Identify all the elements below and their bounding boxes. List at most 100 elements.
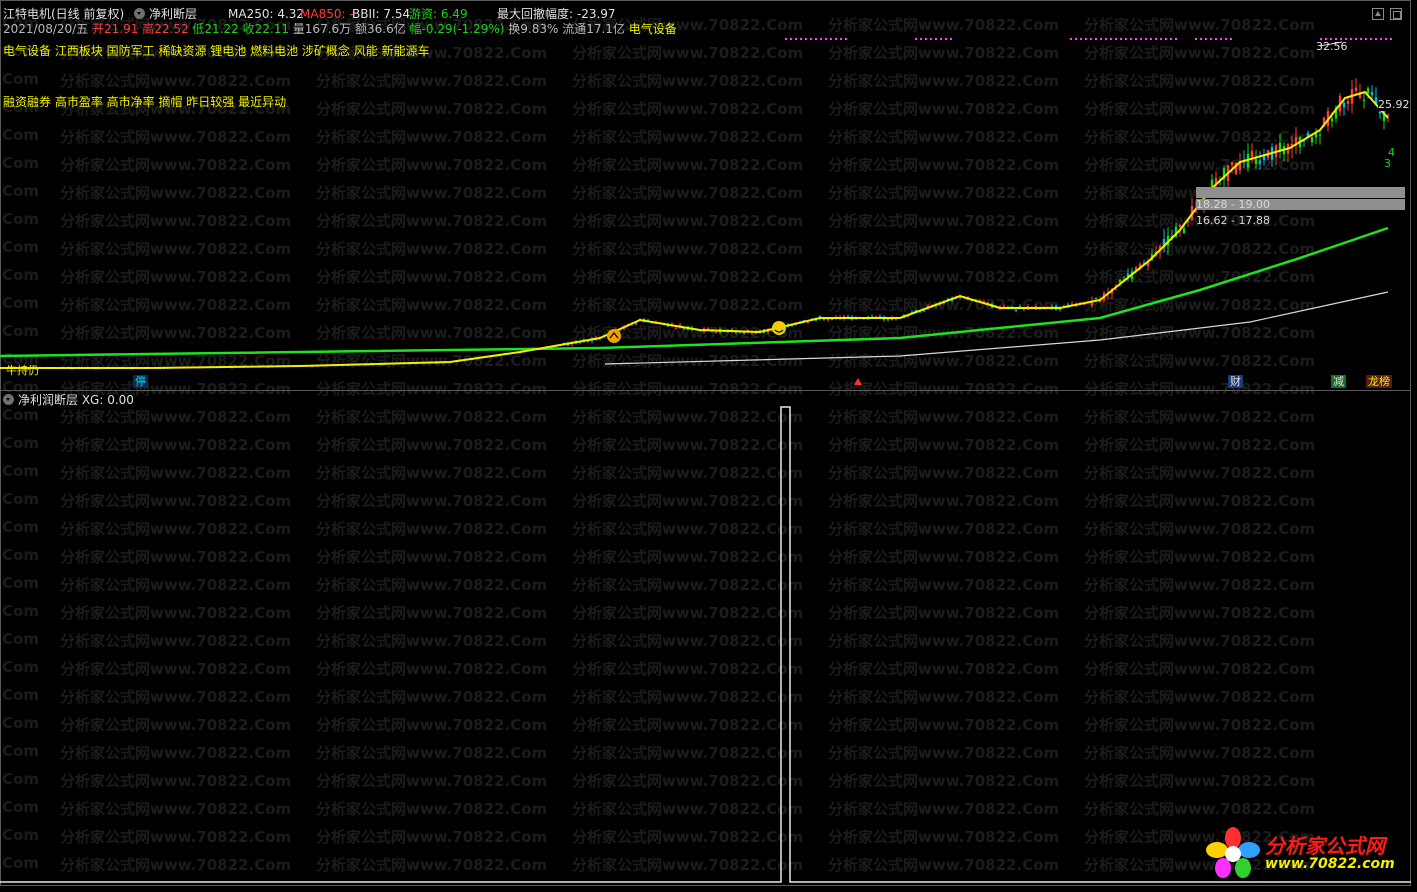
signal-dot <box>1200 38 1202 40</box>
signal-dot <box>1070 38 1072 40</box>
candle-body <box>1014 309 1018 311</box>
candle-body <box>1318 134 1322 136</box>
signal-dot <box>940 38 942 40</box>
panel-divider[interactable] <box>0 390 1411 391</box>
signal-dot <box>1210 38 1212 40</box>
signal-dot <box>815 38 817 40</box>
signal-dot <box>930 38 932 40</box>
signal-dot <box>925 38 927 40</box>
candle-body <box>714 332 718 334</box>
dragon-list-marker[interactable]: 龙榜 <box>1366 375 1392 388</box>
support-zone-label-1: 18.28 - 19.00 <box>1196 198 1270 211</box>
logo-url: www.70822.com <box>1265 856 1395 872</box>
count-label-3: 3 <box>1384 157 1391 170</box>
candle-body <box>830 319 834 321</box>
signal-dot <box>1215 38 1217 40</box>
candle-body <box>1254 159 1258 165</box>
candle-body <box>1258 160 1262 164</box>
signal-dot <box>1160 38 1162 40</box>
minimize-icon[interactable] <box>1372 8 1384 20</box>
signal-dot <box>1380 38 1382 40</box>
suspend-marker[interactable]: 停 <box>133 375 148 388</box>
site-logo: 分析家公式网 www.70822.com <box>1205 826 1405 882</box>
signal-dot <box>1385 38 1387 40</box>
indicator-name[interactable]: 净利断层 <box>149 7 197 21</box>
signal-dot <box>1145 38 1147 40</box>
signal-dot <box>1110 38 1112 40</box>
signal-dot <box>1225 38 1227 40</box>
signal-dot <box>825 38 827 40</box>
ma250-value: MA250: 4.32 <box>228 7 305 21</box>
candle-body <box>1182 228 1186 234</box>
signal-dot <box>1165 38 1167 40</box>
candle-body <box>1378 111 1382 114</box>
signal-dot <box>830 38 832 40</box>
signal-dot <box>1220 38 1222 40</box>
signal-dot <box>920 38 922 40</box>
flower-logo-icon <box>1206 827 1260 878</box>
candle-body <box>1354 87 1358 91</box>
signal-dot <box>820 38 822 40</box>
up-arrow-icon <box>854 378 862 385</box>
youzi-value: 游资: 6.49 <box>409 7 468 21</box>
signal-dot <box>1080 38 1082 40</box>
right-level-label: 25.92 <box>1378 98 1410 111</box>
high-price-label: 32.56 <box>1316 40 1348 53</box>
candle-body <box>1362 99 1366 101</box>
signal-dot <box>935 38 937 40</box>
stock-title[interactable]: 江特电机(日线 前复权) <box>3 7 124 21</box>
signal-dot <box>1390 38 1392 40</box>
signal-dot <box>810 38 812 40</box>
maximize-icon[interactable] <box>1390 8 1402 20</box>
finance-marker[interactable]: 财 <box>1228 375 1243 388</box>
candle-body <box>806 322 810 324</box>
signal-dot <box>1205 38 1207 40</box>
smiley-icon <box>607 329 621 343</box>
candle-body <box>674 327 678 329</box>
candle-body <box>1310 136 1314 143</box>
signal-dot <box>1100 38 1102 40</box>
signal-dot <box>1090 38 1092 40</box>
ma850-value: MA850: - <box>300 7 354 21</box>
signal-dot <box>1105 38 1107 40</box>
signal-dot <box>1115 38 1117 40</box>
candle-body <box>1094 298 1098 300</box>
signal-dot <box>1355 38 1357 40</box>
signal-dot <box>795 38 797 40</box>
candle-body <box>1250 150 1254 158</box>
candle-body <box>1342 102 1346 108</box>
signal-dot <box>1170 38 1172 40</box>
bbii-value: BBII: 7.54 <box>352 7 411 21</box>
signal-dot <box>950 38 952 40</box>
signal-dot <box>835 38 837 40</box>
logo-name: 分析家公式网 <box>1265 834 1385 858</box>
xg-signal-line <box>0 406 1411 883</box>
signal-dot <box>1140 38 1142 40</box>
signal-dot <box>1375 38 1377 40</box>
signal-dot <box>1155 38 1157 40</box>
signal-dot <box>790 38 792 40</box>
ma-yellow-line <box>0 90 1389 369</box>
signal-dot <box>785 38 787 40</box>
ma-green-line <box>0 226 1389 358</box>
signal-dot <box>1075 38 1077 40</box>
signal-dot <box>1350 38 1352 40</box>
signal-dot <box>1095 38 1097 40</box>
xg-signal-chart[interactable] <box>0 395 1411 886</box>
signal-dot <box>840 38 842 40</box>
smiley-icon <box>772 321 786 335</box>
max-drawdown: 最大回撤幅度: -23.97 <box>497 7 616 21</box>
candle-body <box>738 332 742 334</box>
candle-body <box>886 319 890 321</box>
candle-body <box>1178 225 1182 227</box>
indicator-dropdown-icon[interactable] <box>134 8 146 19</box>
signal-dot <box>1370 38 1372 40</box>
support-zone-label-2: 16.62 - 17.88 <box>1196 214 1270 227</box>
signal-dot <box>800 38 802 40</box>
reduce-marker[interactable]: 减 <box>1331 375 1346 388</box>
signal-dot <box>1120 38 1122 40</box>
candle-body <box>1230 162 1234 166</box>
candle-body <box>1346 100 1350 105</box>
signal-dot <box>1085 38 1087 40</box>
signal-dot <box>915 38 917 40</box>
